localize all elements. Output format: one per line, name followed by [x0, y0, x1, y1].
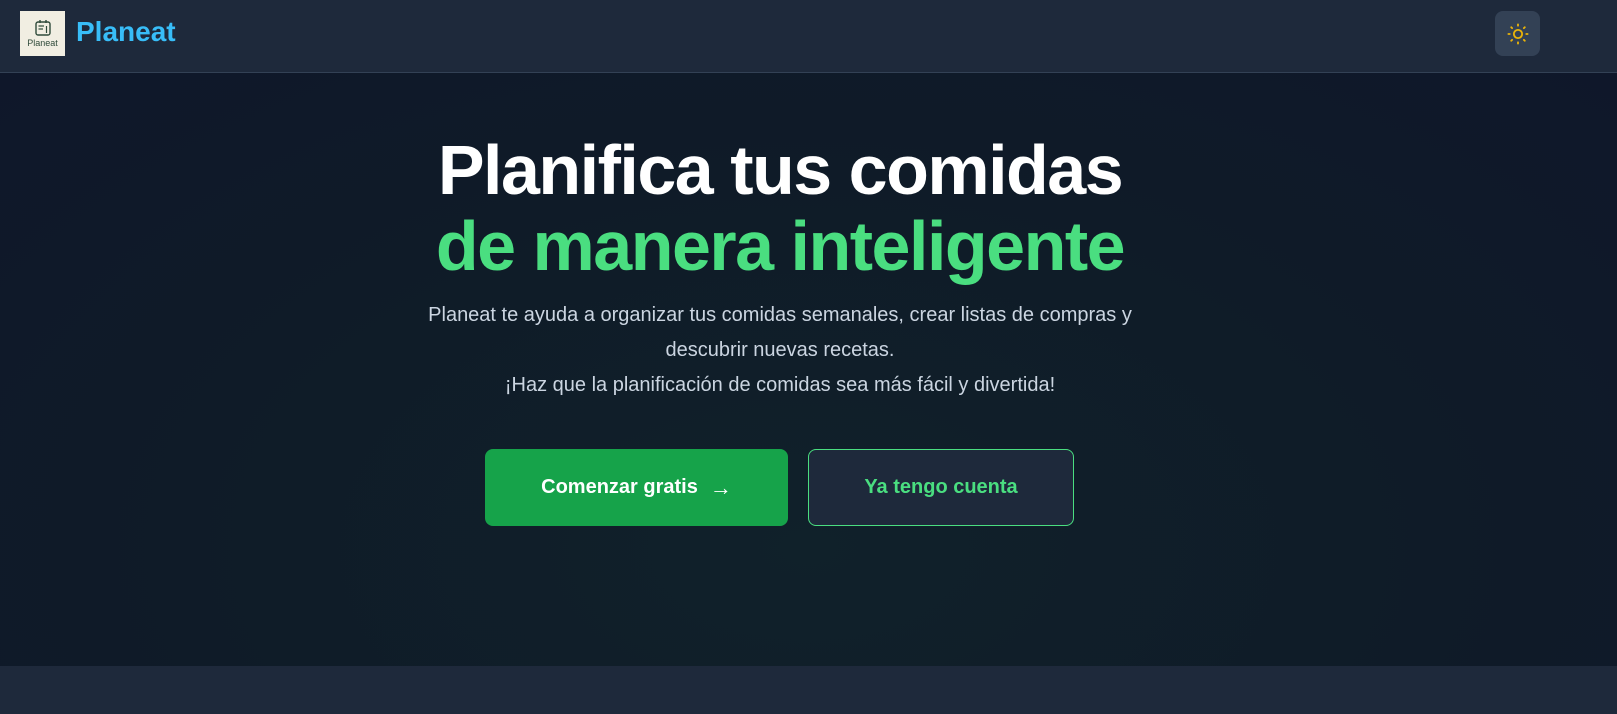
calendar-fork-icon [34, 20, 51, 36]
hero-description: Planeat te ayuda a organizar tus comidas… [0, 298, 1560, 403]
logo-text: Planeat [27, 38, 58, 48]
login-button[interactable]: Ya tengo cuenta [808, 449, 1074, 526]
logo[interactable]: Planeat [20, 11, 65, 56]
hero-title-line2: de manera inteligente [435, 207, 1126, 285]
hero-title-line1: Planifica tus comidas [437, 131, 1124, 209]
description-line: descubrir nuevas recetas. [665, 339, 895, 361]
brand-name[interactable]: Planeat [76, 16, 176, 48]
next-section [0, 666, 1617, 714]
description-line: ¡Haz que la planificación de comidas sea… [504, 374, 1056, 396]
start-free-label: Comenzar gratis [541, 476, 698, 498]
arrow-right-icon: → [709, 474, 732, 500]
top-navbar: Planeat Planeat [0, 0, 1617, 73]
hero-section: Planifica tus comidas de manera intelige… [0, 73, 1617, 666]
description-line: Planeat te ayuda a organizar tus comidas… [428, 304, 1132, 326]
theme-toggle-button[interactable] [1495, 11, 1540, 56]
start-free-button[interactable]: Comenzar gratis → [485, 449, 788, 526]
login-label: Ya tengo cuenta [864, 476, 1018, 498]
sun-icon [1506, 22, 1529, 45]
